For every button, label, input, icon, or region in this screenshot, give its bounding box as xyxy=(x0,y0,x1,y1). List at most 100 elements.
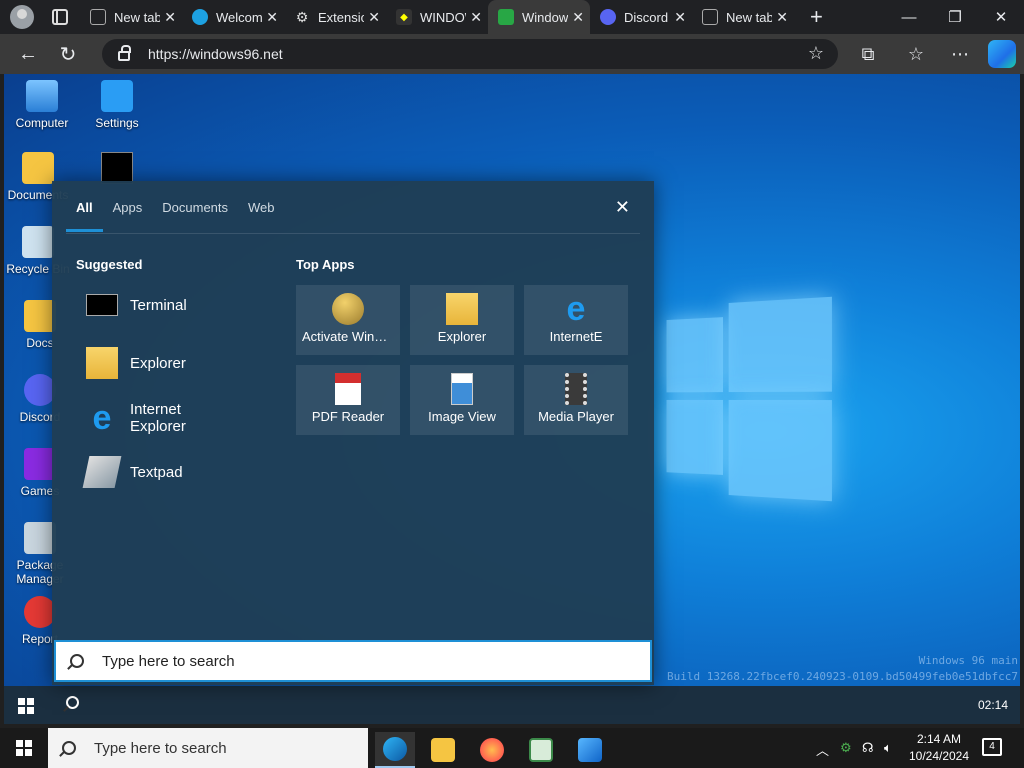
close-window-icon[interactable]: ✕ xyxy=(978,0,1024,34)
windows-logo-wallpaper xyxy=(666,296,832,502)
close-tab-icon[interactable]: ✕ xyxy=(674,9,686,26)
taskbar-photos[interactable] xyxy=(570,732,610,768)
firefox-icon xyxy=(480,738,504,762)
suggested-heading: Suggested xyxy=(76,257,143,272)
search-icon xyxy=(70,654,84,668)
windows-taskbar: Type here to search ︿ ⚙ ☊ 🔈︎ 2:14 AM 10/… xyxy=(0,728,1024,768)
browser-tab[interactable]: New tab ✕ xyxy=(692,0,794,34)
tab-title: Welcome xyxy=(216,9,263,25)
favorites-icon[interactable]: ☆ xyxy=(900,38,932,70)
tab-title: New tab xyxy=(114,9,161,25)
tile-label: InternetE xyxy=(549,329,603,344)
computer-icon xyxy=(26,80,58,112)
tab-all[interactable]: All xyxy=(66,181,103,233)
chevron-up-icon[interactable]: ︿ xyxy=(816,740,829,759)
top-app-pdf-reader[interactable]: PDF Reader xyxy=(296,365,400,435)
browser-tab[interactable]: Discord ✕ xyxy=(590,0,692,34)
back-arrow-icon[interactable]: ← xyxy=(12,38,44,70)
volume-icon[interactable]: 🔈︎ xyxy=(884,740,892,756)
suggested-item-terminal[interactable]: Terminal xyxy=(86,294,187,316)
start-menu: All Apps Documents Web ✕ Suggested Top A… xyxy=(52,181,654,685)
tile-label: Image View xyxy=(428,409,496,424)
url-field[interactable]: https://windows96.net ☆ xyxy=(102,39,838,69)
folder-icon xyxy=(86,347,118,379)
top-app-image-view[interactable]: Image View xyxy=(410,365,514,435)
close-tab-icon[interactable]: ✕ xyxy=(572,9,584,26)
clock-date: 10/24/2024 xyxy=(908,749,970,763)
top-app-internet-explorer[interactable]: e InternetE xyxy=(524,285,628,355)
clock-time: 2:14 AM xyxy=(916,732,962,746)
extensions-icon[interactable]: ⧉ xyxy=(852,38,884,70)
close-tab-icon[interactable]: ✕ xyxy=(368,9,380,26)
suggested-label: Terminal xyxy=(130,296,187,314)
close-icon[interactable]: ✕ xyxy=(615,197,630,218)
url-text: https://windows96.net xyxy=(148,46,283,62)
browser-tab[interactable]: ◆ WINDOWS ✕ xyxy=(386,0,488,34)
browser-tab-active[interactable]: Windows 96 ✕ xyxy=(488,0,590,34)
suggested-item-internet-explorer[interactable]: e Internet Explorer xyxy=(86,401,200,435)
terminal-icon xyxy=(101,152,133,184)
new-tab-button[interactable]: + xyxy=(810,4,823,30)
tab-documents[interactable]: Documents xyxy=(152,181,238,233)
tab-actions-icon[interactable] xyxy=(52,9,68,25)
tab-title: Windows 96 xyxy=(522,9,569,25)
win96-clock: 02:14 xyxy=(977,698,1008,712)
desktop-icon-settings[interactable]: Settings xyxy=(81,80,153,130)
windows-start-button[interactable] xyxy=(16,740,32,756)
taskbar-app[interactable] xyxy=(521,732,561,768)
folder-icon xyxy=(22,152,54,184)
top-app-activate-windows[interactable]: Activate Windows xyxy=(296,285,400,355)
close-tab-icon[interactable]: ✕ xyxy=(776,9,788,26)
divider xyxy=(66,233,640,234)
start-search-field[interactable]: Type here to search xyxy=(54,640,652,682)
search-placeholder: Type here to search xyxy=(102,652,235,670)
taskbar-clock[interactable]: 2:14 AM 10/24/2024 xyxy=(904,731,974,765)
close-tab-icon[interactable]: ✕ xyxy=(470,9,482,26)
tile-label: Explorer xyxy=(437,329,487,344)
close-tab-icon[interactable]: ✕ xyxy=(266,9,278,26)
browser-tab[interactable]: New tab ✕ xyxy=(80,0,182,34)
film-icon xyxy=(565,373,587,405)
page-icon xyxy=(702,9,718,25)
start-menu-tabs: All Apps Documents Web xyxy=(66,181,285,233)
tile-label: Activate Windows xyxy=(302,329,400,344)
app-window-icon xyxy=(529,738,553,762)
browser-tab[interactable]: ⚙ Extensions ✕ xyxy=(284,0,386,34)
win96-search-icon[interactable] xyxy=(66,696,79,709)
top-app-explorer[interactable]: Explorer xyxy=(410,285,514,355)
favorite-star-icon[interactable]: ☆ xyxy=(808,43,824,64)
suggested-item-explorer[interactable]: Explorer xyxy=(86,347,186,379)
desktop-icon-computer[interactable]: Computer xyxy=(6,80,78,130)
wifi-icon[interactable]: ☊ xyxy=(862,740,874,756)
tab-apps[interactable]: Apps xyxy=(103,181,153,233)
top-app-media-player[interactable]: Media Player xyxy=(524,365,628,435)
tab-web[interactable]: Web xyxy=(238,181,285,233)
refresh-icon[interactable]: ↻ xyxy=(52,38,84,70)
tile-label: PDF Reader xyxy=(311,409,385,424)
suggested-label: Internet Explorer xyxy=(130,401,186,435)
profile-avatar[interactable] xyxy=(10,5,34,29)
tab-title: WINDOWS xyxy=(420,9,466,25)
taskbar-search-box[interactable]: Type here to search xyxy=(48,728,368,768)
lock-icon xyxy=(118,45,131,61)
browser-tab[interactable]: Welcome ✕ xyxy=(182,0,284,34)
taskbar-search-placeholder: Type here to search xyxy=(94,739,227,757)
network-tray-icon[interactable]: ⚙ xyxy=(840,740,852,756)
photos-icon xyxy=(578,738,602,762)
win96-start-button[interactable] xyxy=(18,698,34,714)
taskbar-edge[interactable] xyxy=(375,732,415,768)
close-tab-icon[interactable]: ✕ xyxy=(164,9,176,26)
restore-icon[interactable]: ❐ xyxy=(932,0,978,34)
page-icon xyxy=(90,9,106,25)
tab-title: Discord xyxy=(624,9,669,25)
internet-explorer-icon: e xyxy=(566,290,586,328)
notification-icon[interactable]: 4 xyxy=(982,738,1002,756)
terminal-icon xyxy=(86,294,118,316)
more-menu-icon[interactable]: ⋯ xyxy=(944,38,976,70)
taskbar-firefox[interactable] xyxy=(472,732,512,768)
copilot-icon[interactable] xyxy=(988,40,1016,68)
taskbar-file-explorer[interactable] xyxy=(423,732,463,768)
suggested-item-textpad[interactable]: Textpad xyxy=(82,456,183,488)
minimize-icon[interactable]: — xyxy=(886,0,932,34)
recycle-bin-icon xyxy=(22,226,54,258)
